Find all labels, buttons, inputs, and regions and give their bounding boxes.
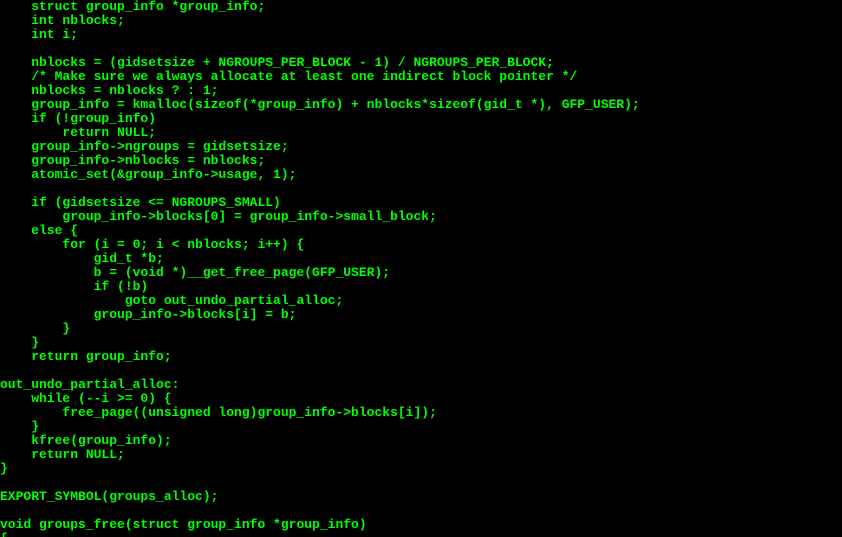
code-listing: struct group_info *group_info; int nbloc… (0, 0, 842, 537)
